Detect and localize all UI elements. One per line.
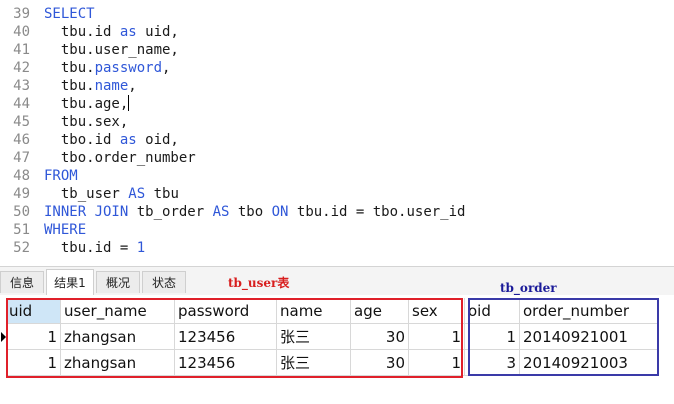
sql-identifier: tb_user [44,186,129,202]
code-line: 51 WHERE [0,221,674,239]
code-line: 40 tbu.id as uid, [0,23,674,41]
sql-identifier: tbu.user_name, [44,42,179,58]
code-line: 39 SELECT [0,5,674,23]
code-text: INNER JOIN tb_order AS tbo ON tbu.id = t… [44,203,465,221]
code-text: tbu.user_name, [44,41,179,59]
line-number: 51 [13,222,30,238]
line-number: 46 [13,132,30,148]
sql-number: 1 [136,240,146,256]
sql-identifier: tbu.id = tbo.user_id [288,204,466,220]
code-line: 41 tbu.user_name, [0,41,674,59]
code-line: 52 tbu.id = 1 [0,239,674,257]
code-line: 47 tbo.order_number [0,149,674,167]
code-text: tbu.id = 1 [44,239,145,257]
code-line: 50 INNER JOIN tb_order AS tbo ON tbu.id =… [0,203,674,221]
code-text: tbo.id as oid, [44,131,179,149]
code-text: SELECT [44,5,95,23]
sql-identifier: tbu. [44,60,95,76]
line-number: 44 [13,96,30,112]
tab-overview[interactable]: 概况 [96,271,140,293]
code-line: 44 tbu.age, [0,95,674,113]
sql-keyword: INNER JOIN [44,204,129,220]
code-text: FROM [44,167,78,185]
text-cursor [128,95,130,111]
sql-keyword: as [119,132,137,148]
code-line: 42 tbu.password, [0,59,674,77]
tab-status[interactable]: 状态 [142,271,186,293]
sql-identifier: , [128,78,137,94]
code-line: 43 tbu.name, [0,77,674,95]
code-line: 49 tb_user AS tbu [0,185,674,203]
tab-info[interactable]: 信息 [0,271,44,293]
sql-identifier: tb_order [128,204,213,220]
code-text: tbu.name, [44,77,137,95]
sql-identifier: oid, [136,132,179,148]
sql-keyword: AS [212,204,230,220]
code-text: tb_user AS tbu [44,185,179,203]
sql-identifier: uid, [136,24,179,40]
line-number: 48 [13,168,30,184]
sql-keyword: SELECT [44,6,95,22]
sql-identifier: tbo.id [44,132,120,148]
sql-identifier: , [162,60,171,76]
line-number: 39 [13,6,30,22]
sql-identifier: tbo [229,204,272,220]
code-line: 48 FROM [0,167,674,185]
sql-keyword: ON [271,204,289,220]
sql-identifier: tbu.age, [44,96,129,112]
sql-editor[interactable]: 39 SELECT 40 tbu.id as uid, 41 tbu.user_nam… [0,0,674,266]
sql-identifier: tbu.id [44,24,120,40]
line-number: 52 [13,240,30,256]
sql-identifier: tbu. [44,78,95,94]
line-number: 50 [13,204,30,220]
sql-identifier: tbu [145,186,179,202]
line-number: 47 [13,150,30,166]
sql-keyword: FROM [44,168,78,184]
result-tab-strip: 信息 结果1 概况 状态 [0,266,674,295]
line-number: 49 [13,186,30,202]
code-text: tbu.age, [44,95,130,113]
line-number: 43 [13,78,30,94]
sql-identifier: tbo.order_number [44,150,196,166]
code-line: 46 tbo.id as oid, [0,131,674,149]
code-text: tbu.id as uid, [44,23,179,41]
annotation-tb-user: tb_user表 [228,276,290,290]
code-text: WHERE [44,221,86,239]
sql-identifier: tbu.id = [44,240,137,256]
sql-keyword: AS [128,186,146,202]
code-line: 45 tbu.sex, [0,113,674,131]
tb-user-highlight-box [6,298,463,378]
tb-order-highlight-box [468,298,659,376]
line-number: 41 [13,42,30,58]
line-number: 42 [13,60,30,76]
sql-identifier: tbu.sex, [44,114,129,130]
sql-keyword: name [94,78,129,94]
tab-result1[interactable]: 结果1 [46,269,94,295]
line-number: 45 [13,114,30,130]
annotation-tb-order: tb_order [500,281,557,295]
sql-keyword: password [94,60,163,76]
code-text: tbu.sex, [44,113,128,131]
sql-keyword: as [119,24,137,40]
code-text: tbo.order_number [44,149,196,167]
line-number: 40 [13,24,30,40]
sql-keyword: WHERE [44,222,87,238]
code-text: tbu.password, [44,59,171,77]
